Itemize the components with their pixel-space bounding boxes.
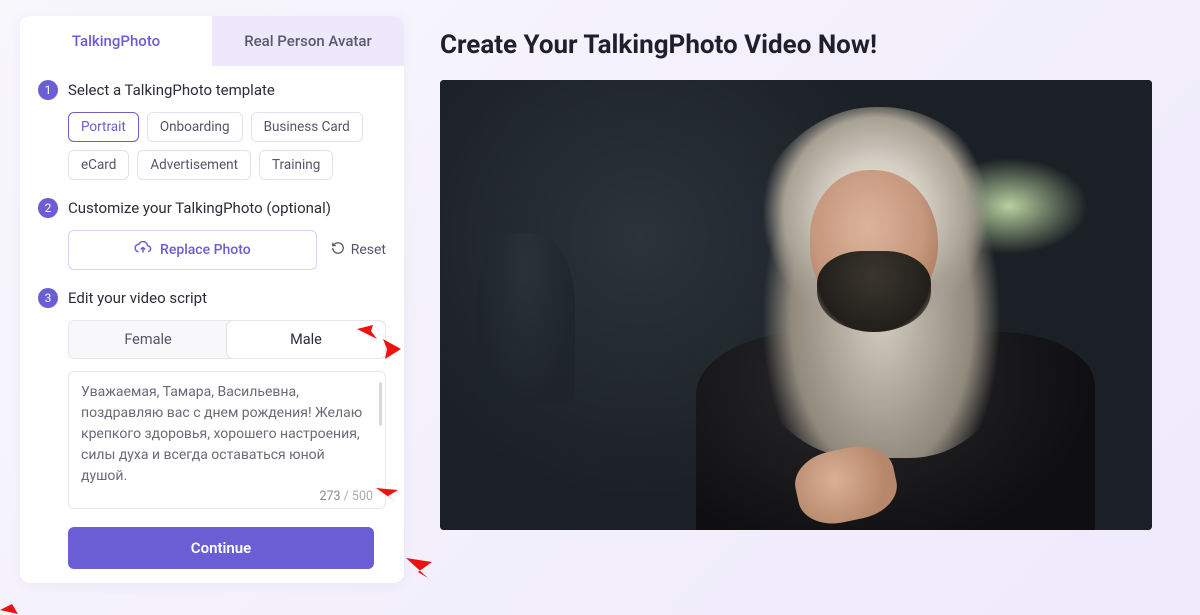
- step-title-2: Customize your TalkingPhoto (optional): [68, 199, 331, 217]
- replace-photo-button[interactable]: Replace Photo: [68, 230, 317, 270]
- step-badge-3: 3: [38, 288, 58, 308]
- preview-column: Create Your TalkingPhoto Video Now!: [440, 16, 1180, 583]
- script-textarea[interactable]: Уважаемая, Тамара, Васильевна, поздравля…: [68, 371, 386, 509]
- chip-onboarding[interactable]: Onboarding: [147, 112, 243, 142]
- continue-button[interactable]: Continue: [68, 527, 374, 569]
- background-figure: [476, 233, 576, 404]
- step-3: 3 Edit your video script Female Male Ува…: [38, 288, 386, 509]
- mode-tabs: TalkingPhoto Real Person Avatar: [20, 16, 404, 66]
- replace-photo-label: Replace Photo: [160, 242, 251, 258]
- template-chips: Portrait Onboarding Business Card eCard …: [68, 112, 386, 180]
- step-1: 1 Select a TalkingPhoto template Portrai…: [38, 80, 386, 180]
- gender-male[interactable]: Male: [227, 321, 385, 358]
- person-beard: [817, 251, 931, 332]
- char-counter: 273 / 500: [81, 487, 373, 504]
- tab-real-person-avatar[interactable]: Real Person Avatar: [212, 16, 404, 66]
- reset-button[interactable]: Reset: [331, 241, 386, 259]
- step-title-1: Select a TalkingPhoto template: [68, 81, 275, 99]
- wizard-panel: TalkingPhoto Real Person Avatar 1 Select…: [20, 16, 404, 583]
- step-badge-2: 2: [38, 198, 58, 218]
- page-title: Create Your TalkingPhoto Video Now!: [440, 30, 1180, 60]
- chip-business-card[interactable]: Business Card: [251, 112, 363, 142]
- chip-portrait[interactable]: Portrait: [68, 112, 139, 142]
- step-badge-1: 1: [38, 80, 58, 100]
- cloud-upload-icon: [134, 241, 152, 259]
- tab-talkingphoto[interactable]: TalkingPhoto: [20, 16, 212, 66]
- chip-training[interactable]: Training: [259, 150, 333, 180]
- scrollbar-indicator[interactable]: [379, 382, 382, 426]
- step-title-3: Edit your video script: [68, 289, 207, 307]
- gender-female[interactable]: Female: [69, 321, 227, 358]
- reset-label: Reset: [351, 242, 386, 258]
- voice-gender-segment: Female Male: [68, 320, 386, 359]
- script-text[interactable]: Уважаемая, Тамара, Васильевна, поздравля…: [81, 382, 373, 487]
- chip-ecard[interactable]: eCard: [68, 150, 129, 180]
- step-2: 2 Customize your TalkingPhoto (optional): [38, 198, 386, 270]
- photo-preview: [440, 80, 1152, 530]
- reset-icon: [331, 241, 345, 259]
- chip-advertisement[interactable]: Advertisement: [137, 150, 251, 180]
